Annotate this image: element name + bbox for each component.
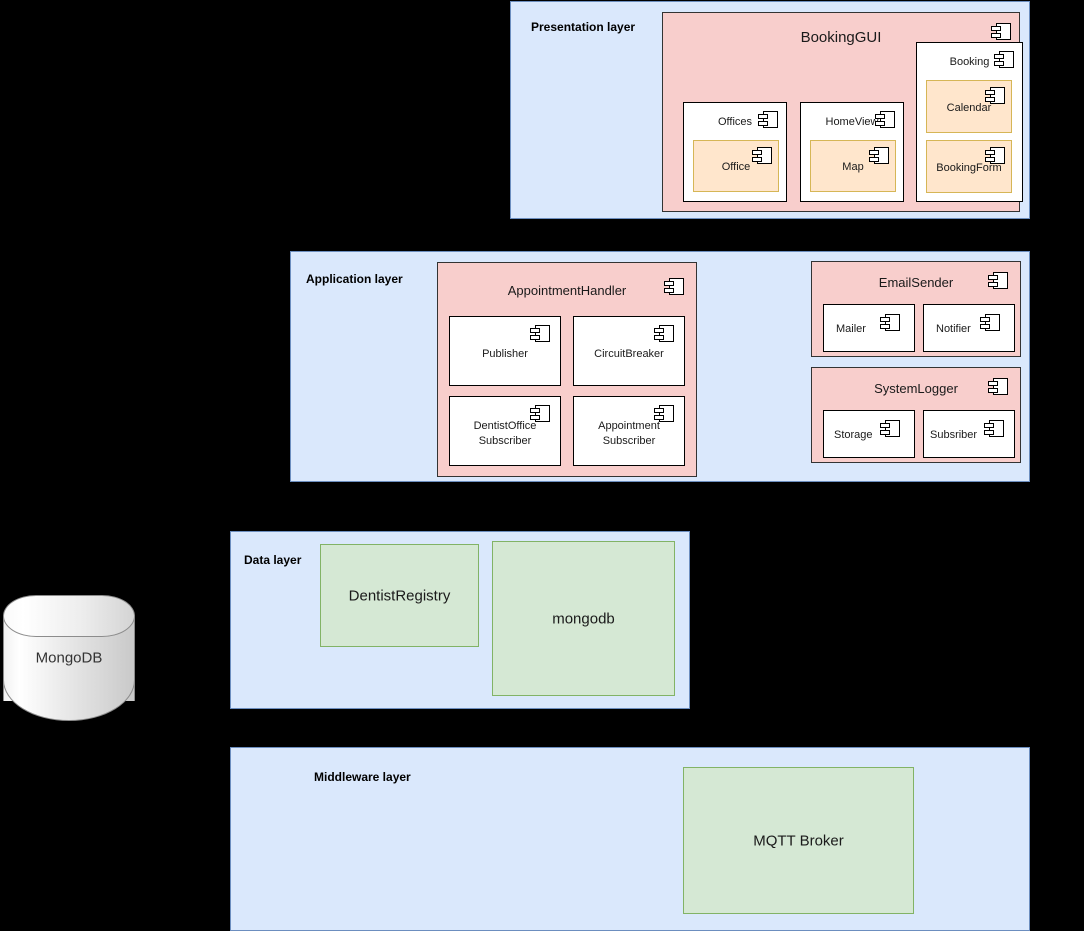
uml-component-icon xyxy=(654,405,674,422)
component-dentistofficesubscriber[interactable]: DentistOffice Subscriber xyxy=(449,396,561,466)
component-subsriber[interactable]: Subsriber xyxy=(923,410,1015,458)
uml-component-icon xyxy=(664,278,684,295)
cylinder-top xyxy=(3,595,135,637)
component-circuitbreaker-title: CircuitBreaker xyxy=(594,348,664,360)
node-dentistregistry-title: DentistRegistry xyxy=(348,587,451,604)
component-appointmentsubscriber[interactable]: Appointment Subscriber xyxy=(573,396,685,466)
component-storage-title: Storage xyxy=(834,429,873,441)
presentation-layer: Presentation layer BookingGUI Offices Of… xyxy=(510,1,1030,219)
presentation-layer-label: Presentation layer xyxy=(531,20,636,34)
uml-component-icon xyxy=(530,325,550,342)
mongodb-label: MongoDB xyxy=(35,649,103,667)
uml-component-icon xyxy=(875,111,895,128)
node-dentistregistry[interactable]: DentistRegistry xyxy=(320,544,479,647)
component-calendar[interactable]: Calendar xyxy=(926,80,1012,133)
middleware-layer: Middleware layer MQTT Broker xyxy=(230,747,1030,931)
component-offices[interactable]: Offices Office xyxy=(683,102,787,202)
mongodb-database-node: MongoDB xyxy=(3,595,135,721)
component-mailer[interactable]: Mailer xyxy=(823,304,915,352)
uml-component-icon xyxy=(758,111,778,128)
uml-component-icon xyxy=(752,147,772,164)
component-publisher-title: Publisher xyxy=(482,348,528,360)
uml-component-icon xyxy=(985,87,1005,104)
component-appointmenthandler[interactable]: AppointmentHandler Publisher CircuitBrea… xyxy=(437,262,697,477)
component-mailer-title: Mailer xyxy=(836,323,866,335)
uml-component-icon xyxy=(654,325,674,342)
component-emailsender[interactable]: EmailSender Mailer Notifier xyxy=(811,261,1021,357)
component-dentistofficesubscriber-line2: Subscriber xyxy=(478,435,532,447)
cylinder-bottom xyxy=(3,680,135,721)
uml-component-icon xyxy=(988,378,1008,395)
uml-component-icon xyxy=(880,314,900,331)
component-bookinggui[interactable]: BookingGUI Offices Office HomeView Map B… xyxy=(662,12,1023,212)
middleware-layer-label: Middleware layer xyxy=(314,770,411,784)
node-mongodb[interactable]: mongodb xyxy=(492,541,675,696)
uml-component-icon xyxy=(869,147,889,164)
uml-component-icon xyxy=(985,147,1005,164)
node-mqtt-broker-title: MQTT Broker xyxy=(753,832,844,849)
component-office[interactable]: Office xyxy=(693,140,779,192)
component-systemlogger[interactable]: SystemLogger Storage Subsriber xyxy=(811,367,1021,463)
uml-component-icon xyxy=(984,420,1004,437)
application-layer: Application layer AppointmentHandler Pub… xyxy=(290,251,1030,482)
component-notifier[interactable]: Notifier xyxy=(923,304,1015,352)
component-map[interactable]: Map xyxy=(810,140,896,192)
component-publisher[interactable]: Publisher xyxy=(449,316,561,386)
uml-component-icon xyxy=(988,272,1008,289)
node-mongodb-title: mongodb xyxy=(552,610,615,627)
uml-component-icon xyxy=(530,405,550,422)
component-circuitbreaker[interactable]: CircuitBreaker xyxy=(573,316,685,386)
uml-component-icon xyxy=(880,420,900,437)
diagram-canvas: MongoDB Presentation layer BookingGUI Of… xyxy=(0,0,1084,931)
component-booking[interactable]: Booking Calendar BookingForm xyxy=(916,42,1023,202)
component-storage[interactable]: Storage xyxy=(823,410,915,458)
uml-component-icon xyxy=(994,51,1014,68)
node-mqtt-broker[interactable]: MQTT Broker xyxy=(683,767,914,914)
uml-component-icon xyxy=(980,314,1000,331)
component-appointmenthandler-title: AppointmentHandler xyxy=(507,283,627,298)
data-layer-label: Data layer xyxy=(244,553,302,567)
uml-component-icon xyxy=(991,23,1011,40)
component-bookingform[interactable]: BookingForm xyxy=(926,140,1012,193)
component-appointmentsubscriber-line2: Subscriber xyxy=(602,435,656,447)
component-notifier-title: Notifier xyxy=(936,323,971,335)
component-homeview[interactable]: HomeView Map xyxy=(800,102,904,202)
application-layer-label: Application layer xyxy=(306,272,403,286)
